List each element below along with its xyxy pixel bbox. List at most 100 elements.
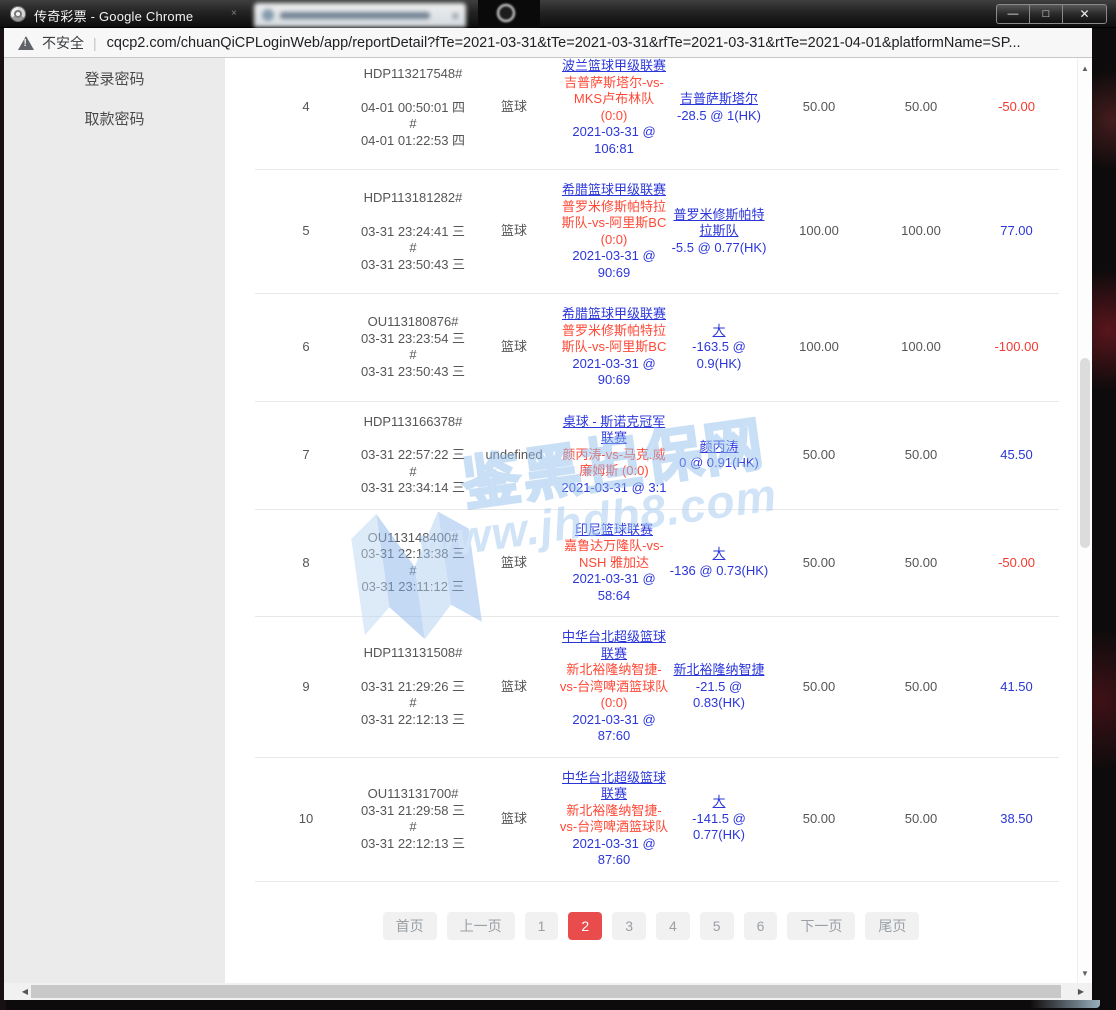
not-secure-warning-icon[interactable] <box>18 36 34 50</box>
bet-amount: 100.00 <box>769 339 869 356</box>
bet-time-separator: # <box>357 116 469 133</box>
bet-odds: -141.5 @ 0.77(HK) <box>669 811 769 844</box>
bet-selection-link[interactable]: 吉普萨斯塔尔 <box>669 91 769 108</box>
tab-close-icon[interactable]: ✕ <box>451 10 460 23</box>
bet-selection-link[interactable]: 大 <box>669 794 769 811</box>
bet-cell: 颜丙涛 0 @ 0.91(HK) <box>669 439 769 472</box>
window-titlebar: 传奇彩票 - Google Chrome × ✕ — □ ✕ <box>0 0 1116 28</box>
id-time-gap <box>357 83 469 100</box>
sport-cell: 篮球 <box>469 223 559 240</box>
blurred-tab[interactable]: ✕ <box>254 3 466 27</box>
bet-cell: 大 -163.5 @ 0.9(HK) <box>669 323 769 373</box>
row-number: 6 <box>255 339 357 356</box>
bet-amount: 100.00 <box>769 223 869 240</box>
table-row: 8 OU113148400# 03-31 22:13:38 三 # 03-31 … <box>255 510 1059 618</box>
bet-id: OU113148400# <box>357 530 469 547</box>
bet-time-end: 03-31 22:12:13 三 <box>357 712 469 729</box>
url-text[interactable]: cqcp2.com/chuanQiCPLoginWeb/app/reportDe… <box>107 35 1021 51</box>
table-row: 7 HDP113166378# 03-31 22:57:22 三 # 03-31… <box>255 402 1059 510</box>
profit-amount: 41.50 <box>973 679 1060 696</box>
bet-amount: 50.00 <box>769 811 869 828</box>
bet-odds: 0 @ 0.91(HK) <box>669 455 769 472</box>
pagination-button[interactable]: 5 <box>700 912 734 940</box>
bet-id: OU113131700# <box>357 786 469 803</box>
bet-selection-link[interactable]: 大 <box>669 546 769 563</box>
pagination-button[interactable]: 1 <box>525 912 559 940</box>
bet-selection-link[interactable]: 大 <box>669 323 769 340</box>
bet-time-start: 03-31 23:23:54 三 <box>357 331 469 348</box>
pagination-button[interactable]: 尾页 <box>865 912 919 940</box>
sport-cell: 篮球 <box>469 811 559 828</box>
bet-selection-link[interactable]: 普罗米修斯帕特拉斯队 <box>669 207 769 240</box>
league-link[interactable]: 希腊篮球甲级联赛 <box>559 182 669 199</box>
bet-selection-link[interactable]: 颜丙涛 <box>669 439 769 456</box>
id-time-gap <box>357 662 469 679</box>
match-teams: 嘉鲁达万隆队-vs-NSH 雅加达 <box>559 538 669 571</box>
bet-id: HDP113181282# <box>357 190 469 207</box>
scroll-up-icon[interactable]: ▲ <box>1078 60 1092 76</box>
league-link[interactable]: 印尼篮球联赛 <box>559 522 669 539</box>
match-cell: 希腊篮球甲级联赛 普罗米修斯帕特拉斯队-vs-阿里斯BC (0:0) 2021-… <box>559 182 669 281</box>
url-bar[interactable]: 不安全 | cqcp2.com/chuanQiCPLoginWeb/app/re… <box>4 28 1092 58</box>
minimize-button[interactable]: — <box>996 4 1029 24</box>
pagination-button[interactable]: 4 <box>656 912 690 940</box>
pagination-button[interactable]: 6 <box>744 912 778 940</box>
row-number: 10 <box>255 811 357 828</box>
maximize-button[interactable]: □ <box>1029 4 1062 24</box>
league-link[interactable]: 波兰篮球甲级联赛 <box>559 58 669 75</box>
match-result: 2021-03-31 @ 3:1 <box>559 480 669 497</box>
bet-time-separator: # <box>357 819 469 836</box>
bet-amount: 50.00 <box>769 99 869 116</box>
page-content: 登录密码 取款密码 4 HDP113217548# 04-01 00:50:01… <box>4 58 1092 983</box>
tab-favicon <box>262 9 274 21</box>
horizontal-scrollbar[interactable]: ◀ ▶ <box>4 983 1092 1000</box>
bet-cell: 吉普萨斯塔尔 -28.5 @ 1(HK) <box>669 91 769 124</box>
row-number: 5 <box>255 223 357 240</box>
bet-time-separator: # <box>357 240 469 257</box>
match-cell: 印尼篮球联赛 嘉鲁达万隆队-vs-NSH 雅加达 2021-03-31 @ 58… <box>559 522 669 605</box>
bet-id-cell: HDP113166378# 03-31 22:57:22 三 # 03-31 2… <box>357 414 469 497</box>
bet-cell: 大 -141.5 @ 0.77(HK) <box>669 794 769 844</box>
league-link[interactable]: 桌球 - 斯诺克冠军联赛 <box>559 414 669 447</box>
profit-amount: 77.00 <box>973 223 1060 240</box>
bet-id-cell: OU113131700# 03-31 21:29:58 三 # 03-31 22… <box>357 786 469 852</box>
scroll-right-icon[interactable]: ▶ <box>1072 983 1090 1000</box>
not-secure-label[interactable]: 不安全 <box>42 33 84 53</box>
league-link[interactable]: 中华台北超级篮球联赛 <box>559 629 669 662</box>
vertical-scroll-thumb[interactable] <box>1080 358 1090 548</box>
horizontal-scroll-thumb[interactable] <box>31 985 1061 998</box>
close-button[interactable]: ✕ <box>1062 4 1107 24</box>
bet-id: HDP113166378# <box>357 414 469 431</box>
bet-time-separator: # <box>357 347 469 364</box>
bet-cell: 大 -136 @ 0.73(HK) <box>669 546 769 579</box>
bet-selection-link[interactable]: 新北裕隆纳智捷 <box>669 662 769 679</box>
vertical-scrollbar[interactable]: ▲ ▼ <box>1077 58 1092 983</box>
pagination-button[interactable]: 下一页 <box>787 912 855 940</box>
window-title: 传奇彩票 - Google Chrome <box>34 6 193 25</box>
ghost-close-icon: × <box>231 9 240 18</box>
bet-time-separator: # <box>357 695 469 712</box>
league-link[interactable]: 希腊篮球甲级联赛 <box>559 306 669 323</box>
league-link[interactable]: 中华台北超级篮球联赛 <box>559 770 669 803</box>
bet-id-cell: HDP113131508# 03-31 21:29:26 三 # 03-31 2… <box>357 645 469 728</box>
scroll-down-icon[interactable]: ▼ <box>1078 965 1092 981</box>
valid-amount: 100.00 <box>869 223 973 240</box>
match-result: 2021-03-31 @ 90:69 <box>559 356 669 389</box>
match-result: 2021-03-31 @ 58:64 <box>559 571 669 604</box>
match-teams: 新北裕隆纳智捷-vs-台湾啤酒篮球队 <box>559 803 669 836</box>
match-result: 2021-03-31 @ 87:60 <box>559 836 669 869</box>
profit-amount: 45.50 <box>973 447 1060 464</box>
pagination-button[interactable]: 3 <box>612 912 646 940</box>
pagination-button[interactable]: 上一页 <box>447 912 515 940</box>
bet-time-separator: # <box>357 464 469 481</box>
sidebar-item-login-password[interactable]: 登录密码 <box>4 58 225 98</box>
pagination-button[interactable]: 首页 <box>383 912 437 940</box>
bet-time-start: 04-01 00:50:01 四 <box>357 100 469 117</box>
pagination-button[interactable]: 2 <box>568 912 602 940</box>
sport-cell: 篮球 <box>469 679 559 696</box>
match-cell: 希腊篮球甲级联赛 普罗米修斯帕特拉斯队-vs-阿里斯BC 2021-03-31 … <box>559 306 669 389</box>
bet-id-cell: OU113180876# 03-31 23:23:54 三 # 03-31 23… <box>357 314 469 380</box>
url-separator: | <box>93 35 97 51</box>
id-time-gap <box>357 207 469 224</box>
sidebar-item-withdraw-password[interactable]: 取款密码 <box>4 98 225 138</box>
